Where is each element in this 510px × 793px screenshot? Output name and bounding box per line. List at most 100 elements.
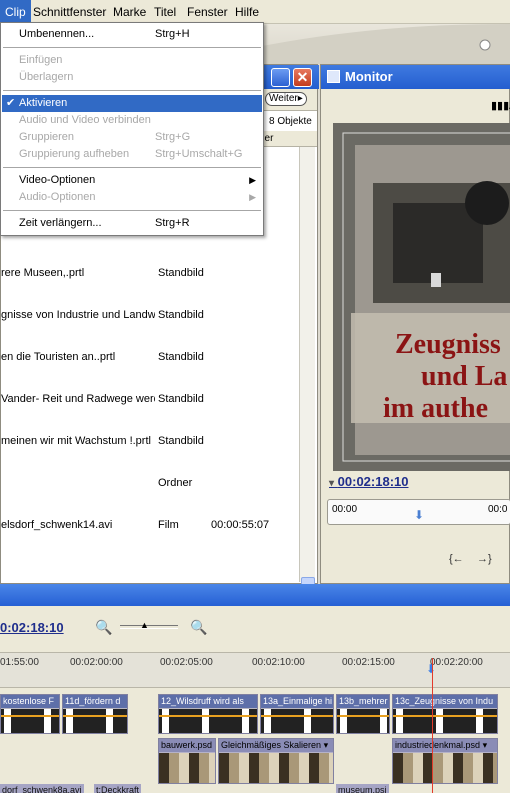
overlay-line: und La — [421, 361, 507, 392]
menu-item-gruppierung-aufheben: Gruppierung aufheben Strg+Umschalt+G — [2, 146, 262, 163]
menu-item-zeit-verlaengern[interactable]: Zeit verlängern... Strg+R — [2, 215, 262, 232]
clip-title[interactable]: t:Deckkraft — [94, 784, 142, 793]
list-item[interactable]: rere Museen,.prtl Standbild — [1, 265, 299, 285]
image-clip[interactable]: bauwerk.psd — [158, 738, 216, 784]
list-item[interactable]: en die Touristen an..prtl Standbild — [1, 349, 299, 369]
go-to-in-icon[interactable]: {← — [449, 553, 464, 565]
video-clip[interactable]: 13c_Zeugnisse von Indu — [392, 694, 498, 734]
monitor-timecode[interactable]: ▾ 00:02:18:10 — [329, 474, 408, 489]
list-item[interactable]: Ordner — [1, 475, 299, 495]
menu-item-label: Gruppierung aufheben — [19, 148, 130, 160]
image-clip[interactable]: Gleichmäßiges Skalieren ▾ — [218, 738, 334, 784]
timeline-panel: 0:02:18:10 🔍 ▲ 🔍 01:55:00 00:02:00:00 00… — [0, 606, 510, 793]
menu-item-audio-video-verbinden: Audio und Video verbinden — [2, 112, 262, 129]
menu-bar: Clip Schnittfenster Marke Titel Fenster … — [0, 0, 510, 24]
dropdown-arrow-icon: ▾ — [329, 478, 335, 489]
go-to-out-icon[interactable]: →} — [477, 553, 492, 565]
timeline-timecode[interactable]: 0:02:18:10 — [0, 620, 64, 635]
menu-item-label: Überlagern — [19, 71, 74, 83]
item-type: Standbild — [158, 393, 204, 405]
clip-title-text: industriedenkmal.psd — [395, 740, 481, 750]
ruler-tick: 00:02:05:00 — [160, 657, 213, 668]
video-clip[interactable]: kostenlose F — [0, 694, 60, 734]
menu-item-einfuegen: Einfügen — [2, 52, 262, 69]
menu-hilfe[interactable]: Hilfe — [230, 0, 264, 24]
monitor-title: Monitor — [345, 69, 393, 84]
dropdown-arrow-icon[interactable]: ▾ — [324, 740, 329, 750]
clip-title: 13a_Einmalige hi — [261, 695, 333, 708]
overlay-line: im authe — [383, 393, 488, 424]
clip-title: 13c_Zeugnisse von Indu — [393, 695, 497, 708]
menu-schnittfenster[interactable]: Schnittfenster — [28, 0, 111, 24]
item-name: gnisse von Industrie und Landwii — [1, 309, 155, 321]
clip-title: bauwerk.psd — [159, 739, 215, 752]
overlay-line: Zeugniss — [395, 329, 501, 360]
vertical-scrollbar[interactable] — [299, 147, 315, 622]
maximize-button[interactable] — [271, 68, 290, 87]
monitor-timecode-value: 00:02:18:10 — [337, 474, 409, 489]
menu-item-shortcut: Strg+Umschalt+G — [155, 148, 243, 160]
list-item[interactable]: meinen wir mit Wachstum !.prtl Standbild — [1, 433, 299, 453]
slider-knob-icon[interactable]: ▲ — [140, 620, 149, 630]
item-type: Film — [158, 519, 179, 531]
clip-title[interactable]: dorf_schwenk8a.avi — [0, 784, 84, 793]
video-clip[interactable]: 13b_mehrer — [336, 694, 390, 734]
menu-item-shortcut: Strg+R — [155, 217, 190, 229]
weiter-button[interactable]: Weiter▸ — [265, 92, 307, 106]
submenu-arrow-icon: ▶ — [249, 175, 256, 185]
dropdown-arrow-icon[interactable]: ▾ — [483, 740, 488, 750]
menu-item-umbenennen[interactable]: Umbenennen... Strg+H — [2, 26, 262, 43]
list-item[interactable]: elsdorf_schwenk14.avi Film 00:00:55:07 — [1, 517, 299, 537]
menu-item-label: Zeit verlängern... — [19, 217, 102, 229]
submenu-arrow-icon: ▶ — [249, 192, 256, 202]
item-name: rere Museen,.prtl — [1, 267, 85, 279]
item-name: elsdorf_schwenk14.avi — [1, 519, 113, 531]
clip-title: industriedenkmal.psd ▾ — [393, 739, 497, 752]
list-item[interactable]: Vander- Reit und Radwege werd Standbild — [1, 391, 299, 411]
menu-marke[interactable]: Marke — [108, 0, 151, 24]
video-clip[interactable]: 12_Wilsdruff wird als — [158, 694, 258, 734]
clip-menu: Umbenennen... Strg+H Einfügen Überlagern… — [0, 22, 264, 236]
item-type: Standbild — [158, 309, 204, 321]
menu-item-video-optionen[interactable]: Video-Optionen ▶ — [2, 172, 262, 189]
image-clip[interactable]: industriedenkmal.psd ▾ — [392, 738, 498, 784]
close-button[interactable]: ✕ — [293, 68, 312, 87]
menu-item-label: Gruppieren — [19, 131, 75, 143]
video-clip[interactable]: 11d_fördern d — [62, 694, 128, 734]
zoom-slider[interactable]: ▲ — [120, 620, 178, 630]
menu-fenster[interactable]: Fenster — [182, 0, 233, 24]
clip-title: 11d_fördern d — [63, 695, 127, 708]
menu-clip[interactable]: Clip — [0, 0, 31, 24]
item-name: Vander- Reit und Radwege werd — [1, 393, 155, 405]
menu-item-shortcut: Strg+H — [155, 28, 190, 40]
monitor-mode[interactable]: ▮▮▮A — [491, 99, 510, 112]
monitor-panel: Monitor ▮▮▮A Zeugniss und La im authe ▾ … — [320, 64, 510, 584]
clip-title[interactable]: museum.psi — [336, 784, 389, 793]
item-type: Standbild — [158, 267, 204, 279]
item-type: Standbild — [158, 351, 204, 363]
monitor-ruler[interactable]: 00:00 00:0 ⬇ — [327, 499, 510, 525]
menu-separator — [3, 47, 261, 48]
video-clip[interactable]: 13a_Einmalige hi — [260, 694, 334, 734]
zoom-in-icon[interactable]: 🔍 — [190, 619, 207, 636]
menu-item-label: Umbenennen... — [19, 28, 95, 40]
menu-titel[interactable]: Titel — [149, 0, 181, 24]
item-name: meinen wir mit Wachstum !.prtl — [1, 435, 151, 447]
zoom-out-icon[interactable]: 🔍 — [95, 619, 112, 636]
menu-item-label: Audio-Optionen — [19, 191, 96, 203]
item-type: Standbild — [158, 435, 204, 447]
menu-separator — [3, 90, 261, 91]
weiter-label: Weiter — [269, 93, 298, 104]
clip-title: Gleichmäßiges Skalieren ▾ — [219, 739, 333, 752]
menu-item-audio-optionen: Audio-Optionen ▶ — [2, 189, 262, 206]
item-type: Ordner — [158, 477, 193, 489]
ruler-start-label: 00:00 — [332, 504, 358, 515]
menu-separator — [3, 210, 261, 211]
checkmark-icon: ✔ — [6, 97, 16, 109]
list-item[interactable]: gnisse von Industrie und Landwii Standbi… — [1, 307, 299, 327]
menu-item-aktivieren[interactable]: ✔ Aktivieren — [2, 95, 262, 112]
playhead-knob-icon[interactable]: ⬇ — [414, 508, 424, 522]
monitor-titlebar: Monitor — [321, 65, 510, 89]
ruler-tick: 00:02:10:00 — [252, 657, 305, 668]
menu-item-shortcut: Strg+G — [155, 131, 191, 143]
